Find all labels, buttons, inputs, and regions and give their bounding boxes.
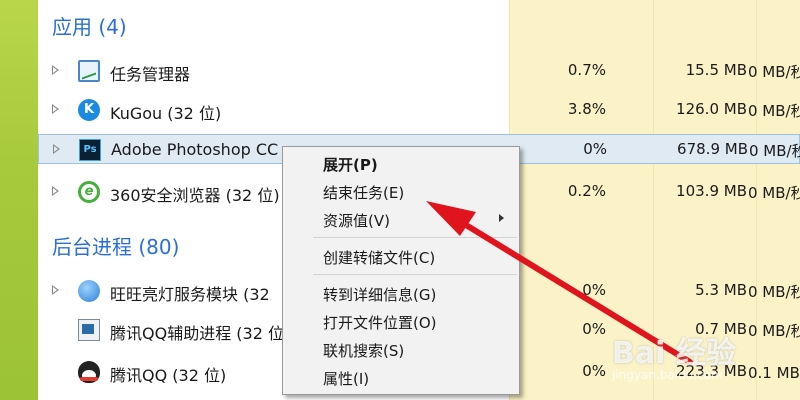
- watermark-text: Bai 经验: [612, 336, 736, 371]
- arrow-head: [426, 201, 476, 236]
- watermark-subtext: jingyan.baidu.com: [612, 368, 723, 382]
